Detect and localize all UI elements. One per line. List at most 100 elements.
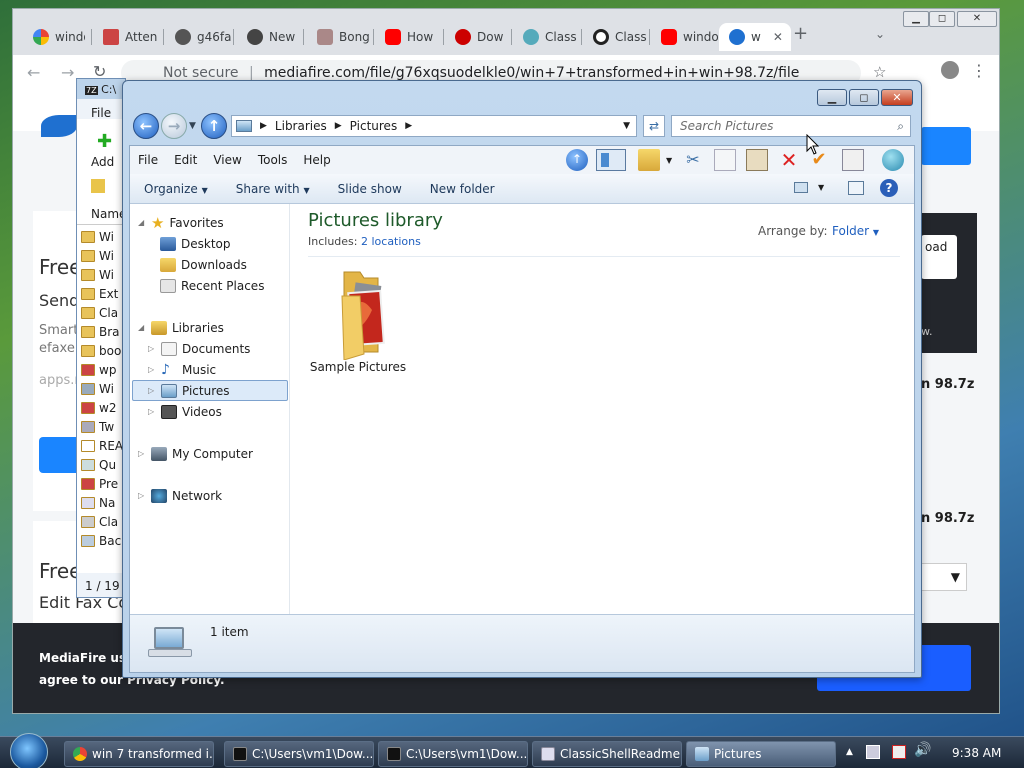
nav-videos[interactable]: ▷ Videos: [148, 401, 222, 422]
taskbar-pictures[interactable]: Pictures: [686, 741, 836, 767]
nav-recent-places[interactable]: Recent Places: [160, 275, 264, 296]
file-list-item[interactable]: Na: [81, 493, 115, 512]
clock[interactable]: 9:38 AM: [952, 746, 1001, 760]
expand-arrow-icon[interactable]: ▷: [148, 407, 156, 416]
paste-icon[interactable]: [746, 149, 768, 171]
tab-2[interactable]: Atten: [93, 23, 159, 51]
forward-arrow-icon[interactable]: →: [161, 113, 187, 139]
volume-icon[interactable]: 🔊: [914, 742, 931, 758]
nav-music[interactable]: ▷ ♪ Music: [148, 359, 216, 380]
file-list-item[interactable]: Wi: [81, 265, 114, 284]
new-folder-button[interactable]: New folder: [416, 182, 509, 196]
file-list-item[interactable]: Qu: [81, 455, 116, 474]
file-list-item[interactable]: Wi: [81, 227, 114, 246]
history-chevron-icon[interactable]: ▼: [189, 121, 196, 131]
refresh-icon[interactable]: ⇄: [643, 115, 665, 137]
profile-avatar[interactable]: [941, 61, 959, 79]
sevenzip-menu-file[interactable]: File: [91, 106, 111, 120]
expand-arrow-icon[interactable]: ▷: [148, 386, 156, 395]
network-tray-icon[interactable]: [866, 745, 880, 759]
explorer-minimize-button[interactable]: ▁: [817, 89, 847, 106]
file-list-item[interactable]: Pre: [81, 474, 118, 493]
tab-7[interactable]: Dow: [445, 23, 511, 51]
folder-options-icon[interactable]: [638, 149, 660, 171]
new-tab-icon[interactable]: +: [793, 23, 808, 44]
file-list-item[interactable]: Tw: [81, 417, 114, 436]
expand-arrow-icon[interactable]: ▷: [148, 365, 156, 374]
menu-dots-icon[interactable]: ⋮: [971, 61, 987, 80]
explorer-maximize-button[interactable]: ◻: [849, 89, 879, 106]
minimize-button[interactable]: ▁: [903, 11, 929, 27]
tab-close-icon[interactable]: ✕: [773, 30, 783, 44]
expand-arrow-icon[interactable]: ▷: [148, 344, 156, 353]
breadcrumb-libraries[interactable]: Libraries: [275, 119, 327, 133]
menu-view[interactable]: View: [205, 153, 249, 167]
share-with-button[interactable]: Share with ▼: [222, 182, 324, 196]
menu-tools[interactable]: Tools: [250, 153, 296, 167]
nav-libraries[interactable]: ◢ Libraries: [138, 317, 224, 338]
file-list-item[interactable]: Bac: [81, 531, 121, 550]
back-icon[interactable]: ←: [27, 63, 40, 82]
file-list-item[interactable]: Cla: [81, 303, 118, 322]
taskbar-chrome[interactable]: win 7 transformed i...: [64, 741, 214, 767]
name-column-header[interactable]: Name: [91, 207, 125, 221]
slide-show-button[interactable]: Slide show: [324, 182, 416, 196]
address-bar[interactable]: ▶ Libraries ▶ Pictures ▶ ▼: [231, 115, 637, 137]
tab-4[interactable]: New: [237, 23, 303, 51]
file-list-item[interactable]: boo: [81, 341, 121, 360]
arrange-by-dropdown[interactable]: Folder ▼: [832, 224, 879, 238]
nav-documents[interactable]: ▷ Documents: [148, 338, 250, 359]
up-one-level-icon[interactable]: ↑: [566, 149, 588, 171]
folder-item[interactable]: Sample Pictures: [302, 266, 414, 378]
tab-8[interactable]: Class: [513, 23, 581, 51]
tab-search-chevron-icon[interactable]: ⌄: [875, 27, 885, 41]
collapse-arrow-icon[interactable]: ◢: [138, 323, 146, 332]
copy-icon[interactable]: [714, 149, 736, 171]
start-button[interactable]: [10, 733, 48, 768]
folder-options-chevron-icon[interactable]: ▼: [666, 156, 672, 165]
nav-favorites[interactable]: ◢ ★ Favorites: [138, 212, 224, 233]
expand-arrow-icon[interactable]: ▷: [138, 491, 146, 500]
file-list-item[interactable]: Wi: [81, 379, 114, 398]
expand-arrow-icon[interactable]: ▷: [138, 449, 146, 458]
search-input[interactable]: Search Pictures ⌕: [671, 115, 911, 137]
taskbar-sevenzip-1[interactable]: C:\Users\vm1\Dow...: [224, 741, 374, 767]
file-list-item[interactable]: Bra: [81, 322, 120, 341]
nav-my-computer[interactable]: ▷ My Computer: [138, 443, 253, 464]
up-folder-icon[interactable]: [91, 179, 105, 193]
add-icon[interactable]: ✚: [97, 131, 112, 152]
file-list-item[interactable]: Ext: [81, 284, 118, 303]
help-icon[interactable]: ?: [880, 179, 898, 197]
tab-10[interactable]: windo: [651, 23, 719, 51]
menu-file[interactable]: File: [130, 153, 166, 167]
nav-pictures[interactable]: ▷ Pictures: [148, 380, 230, 401]
address-dropdown-icon[interactable]: ▼: [623, 121, 630, 131]
back-arrow-icon[interactable]: ←: [133, 113, 159, 139]
locations-link[interactable]: 2 locations: [361, 235, 421, 248]
up-arrow-icon[interactable]: ↑: [201, 113, 227, 139]
tab-3[interactable]: g46fa: [165, 23, 231, 51]
page-download-button[interactable]: [921, 127, 971, 165]
cut-icon[interactable]: ✂: [682, 149, 704, 171]
menu-help[interactable]: Help: [295, 153, 338, 167]
file-list-item[interactable]: Cla: [81, 512, 118, 531]
forward-icon[interactable]: →: [61, 63, 74, 82]
tab-6[interactable]: How: [375, 23, 443, 51]
email-icon[interactable]: [842, 149, 864, 171]
nav-desktop[interactable]: Desktop: [160, 233, 231, 254]
tray-expand-icon[interactable]: ▲: [846, 747, 853, 757]
tab-1[interactable]: windo: [23, 23, 85, 51]
change-view-chevron-icon[interactable]: ▼: [818, 183, 824, 192]
classic-shell-settings-icon[interactable]: [882, 149, 904, 171]
file-list-item[interactable]: w2: [81, 398, 116, 417]
file-list-item[interactable]: Wi: [81, 246, 114, 265]
close-button[interactable]: ✕: [957, 11, 997, 27]
delete-icon[interactable]: ✕: [778, 149, 800, 171]
nav-network[interactable]: ▷ Network: [138, 485, 222, 506]
folders-pane-icon[interactable]: [596, 149, 626, 171]
file-list-item[interactable]: REA: [81, 436, 123, 455]
taskbar-classic-shell-readme[interactable]: ClassicShellReadme...: [532, 741, 682, 767]
bookmark-star-icon[interactable]: ☆: [873, 63, 886, 81]
tab-active[interactable]: w ✕: [719, 23, 791, 51]
menu-edit[interactable]: Edit: [166, 153, 205, 167]
